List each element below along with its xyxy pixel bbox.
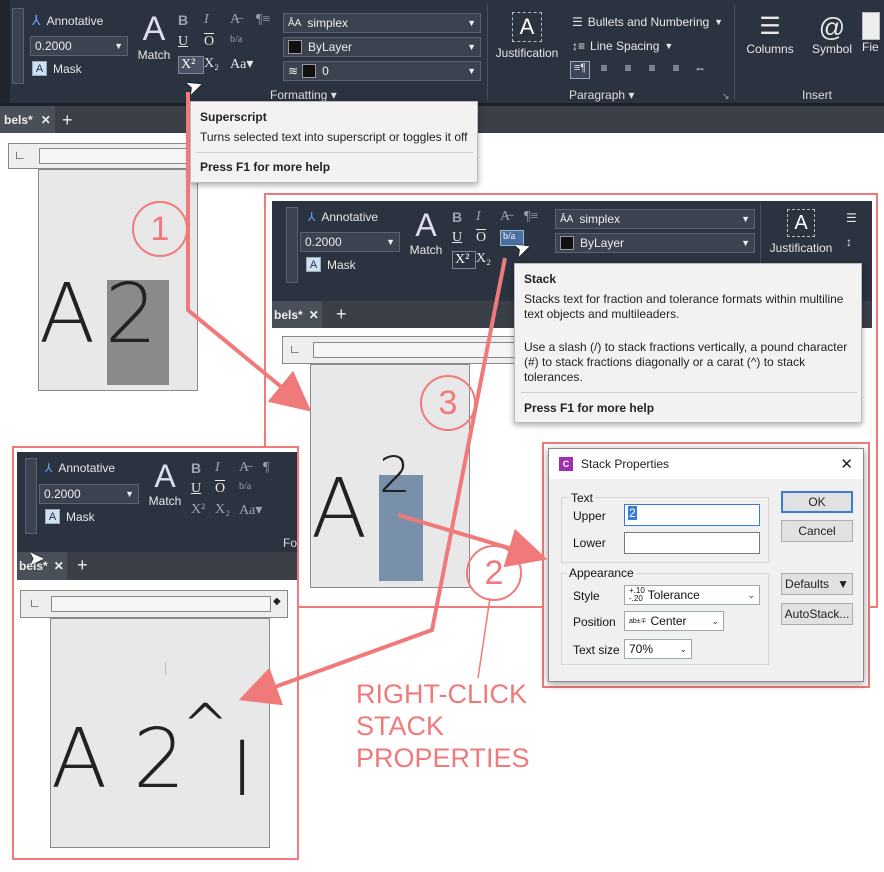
arrow-3	[238, 257, 507, 706]
right-click-stack-properties-label: RIGHT-CLICK STACK PROPERTIES	[356, 679, 530, 773]
callout-2: 2	[466, 545, 522, 601]
label-leader-line	[477, 597, 491, 679]
arrow-1	[186, 92, 312, 412]
callout-1: 1	[132, 201, 188, 257]
arrow-2	[397, 513, 548, 568]
callout-3: 3	[420, 375, 476, 431]
